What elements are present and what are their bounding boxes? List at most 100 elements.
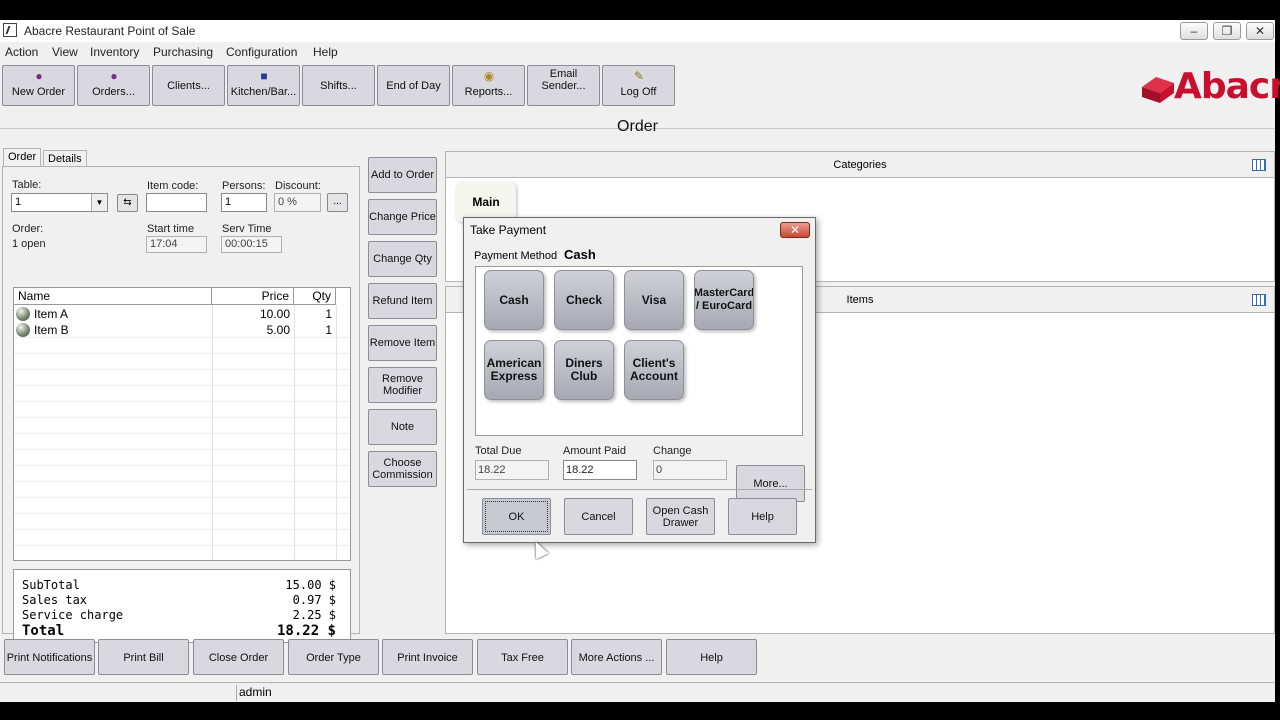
change-qty-button[interactable]: Change Qty (368, 241, 437, 277)
tab-order[interactable]: Order (3, 148, 42, 166)
sales-tax-label: Sales tax (22, 593, 88, 607)
print-bill-button[interactable]: Print Bill (98, 639, 189, 675)
persons-input[interactable]: 1 (221, 193, 267, 212)
abacre-logo: Abacre (1140, 65, 1280, 109)
close-icon[interactable]: ✕ (780, 222, 810, 238)
log-off-button[interactable]: ✎ Log Off (602, 65, 675, 106)
amount-paid-input[interactable]: 18.22 (563, 460, 637, 480)
table-select[interactable]: 1 ▼ (11, 193, 108, 212)
logo-cube-icon (1142, 77, 1174, 103)
swap-table-button[interactable]: ⇆ (117, 194, 138, 212)
start-time-label: Start time (147, 223, 195, 235)
add-to-order-button[interactable]: Add to Order (368, 157, 437, 193)
table-label: Table: (12, 179, 42, 191)
reports-button[interactable]: ◉ Reports... (452, 65, 525, 106)
view-grid-icon[interactable] (1252, 294, 1266, 306)
cancel-button[interactable]: Cancel (564, 498, 633, 535)
total-due-label: Total Due (475, 445, 522, 457)
new-order-button[interactable]: ● New Order (2, 65, 75, 106)
column-header-name[interactable]: Name (14, 288, 212, 305)
kitchen-bar-button[interactable]: ■ Kitchen/Bar... (227, 65, 300, 106)
discount-field: 0 % (274, 193, 321, 212)
note-button[interactable]: Note (368, 409, 437, 445)
more-actions-button[interactable]: More Actions ... (571, 639, 662, 675)
table-row[interactable]: Item B 5.00 1 (14, 322, 350, 338)
column-header-price[interactable]: Price (212, 288, 294, 305)
remove-modifier-button[interactable]: Remove Modifier (368, 367, 437, 403)
discount-label: Discount: (275, 180, 321, 192)
order-items-grid[interactable]: Name Price Qty Item A 10.00 1 Item B 5.0… (13, 287, 351, 561)
amount-paid-label: Amount Paid (563, 445, 626, 457)
menu-action[interactable]: Action (5, 45, 38, 59)
item-price: 5.00 (266, 323, 290, 337)
change-price-button[interactable]: Change Price (368, 199, 437, 235)
menu-inventory[interactable]: Inventory (90, 45, 139, 59)
order-status: 1 open (12, 238, 46, 250)
pay-diners-club-button[interactable]: Diners Club (554, 340, 614, 400)
item-name: Item B (34, 323, 69, 337)
chevron-down-icon[interactable]: ▼ (91, 194, 107, 211)
more-button[interactable]: More... (736, 465, 805, 502)
minimize-button[interactable]: – (1180, 22, 1208, 40)
print-invoice-button[interactable]: Print Invoice (382, 639, 473, 675)
window-title: Abacre Restaurant Point of Sale (24, 24, 196, 38)
dialog-help-button[interactable]: Help (728, 498, 797, 535)
ok-button[interactable]: OK (482, 498, 551, 535)
close-window-button[interactable]: ✕ (1246, 22, 1274, 40)
view-grid-icon[interactable] (1252, 159, 1266, 171)
orders-button[interactable]: ● Orders... (77, 65, 150, 106)
pay-american-express-button[interactable]: American Express (484, 340, 544, 400)
payment-method-value: Cash (564, 247, 596, 262)
open-cash-drawer-button[interactable]: Open Cash Drawer (646, 498, 715, 535)
new-order-label: New Order (11, 86, 66, 98)
sales-tax-value: 0.97 $ (292, 593, 336, 607)
item-qty: 1 (325, 323, 332, 337)
menu-purchasing[interactable]: Purchasing (153, 45, 213, 59)
end-of-day-label: End of Day (386, 80, 441, 92)
subtotal-value: 15.00 $ (285, 578, 336, 592)
print-notifications-button[interactable]: Print Notifications (4, 639, 95, 675)
category-main[interactable]: Main (456, 182, 516, 222)
menu-help[interactable]: Help (313, 45, 338, 59)
shifts-button[interactable]: Shifts... (302, 65, 375, 106)
close-order-button[interactable]: Close Order (193, 639, 284, 675)
remove-item-button[interactable]: Remove Item (368, 325, 437, 361)
help-button[interactable]: Help (666, 639, 757, 675)
take-payment-dialog: Take Payment ✕ Payment Method Cash Cash … (463, 217, 816, 543)
shifts-label: Shifts... (320, 80, 357, 92)
item-code-input[interactable] (146, 193, 207, 212)
tab-details[interactable]: Details (43, 150, 87, 166)
logo-text: Abacre (1174, 66, 1280, 107)
choose-commission-button[interactable]: Choose Commission (368, 451, 437, 487)
pay-check-button[interactable]: Check (554, 270, 614, 330)
kitchen-bar-label: Kitchen/Bar... (230, 86, 297, 98)
clients-button[interactable]: Clients... (152, 65, 225, 106)
item-name: Item A (34, 307, 69, 321)
column-header-qty[interactable]: Qty (294, 288, 336, 305)
dialog-separator (467, 489, 812, 490)
total-due-field: 18.22 (475, 460, 549, 480)
item-price: 10.00 (259, 307, 290, 321)
item-code-label: Item code: (147, 180, 199, 192)
tax-free-button[interactable]: Tax Free (477, 639, 568, 675)
end-of-day-button[interactable]: End of Day (377, 65, 450, 106)
table-row[interactable]: Item A 10.00 1 (14, 306, 350, 322)
maximize-button[interactable]: ❐ (1213, 22, 1241, 40)
menu-view[interactable]: View (52, 45, 78, 59)
categories-header: Categories (446, 152, 1274, 178)
menu-configuration[interactable]: Configuration (226, 45, 297, 59)
pay-mastercard-button[interactable]: MasterCard / EuroCard (694, 270, 754, 330)
status-bar: admin (0, 682, 1275, 702)
pay-client-account-button[interactable]: Client's Account (624, 340, 684, 400)
discount-button[interactable]: ... (327, 193, 348, 212)
pay-cash-button[interactable]: Cash (484, 270, 544, 330)
order-type-button[interactable]: Order Type (288, 639, 379, 675)
log-off-label: Log Off (620, 86, 657, 98)
title-bar: Abacre Restaurant Point of Sale – ❐ ✕ (0, 20, 1275, 42)
refund-item-button[interactable]: Refund Item (368, 283, 437, 319)
pay-visa-button[interactable]: Visa (624, 270, 684, 330)
log-off-icon: ✎ (633, 69, 645, 83)
total-label: Total (22, 623, 65, 639)
serv-time-label: Serv Time (222, 223, 272, 235)
email-sender-button[interactable]: Email Sender... (527, 65, 600, 106)
